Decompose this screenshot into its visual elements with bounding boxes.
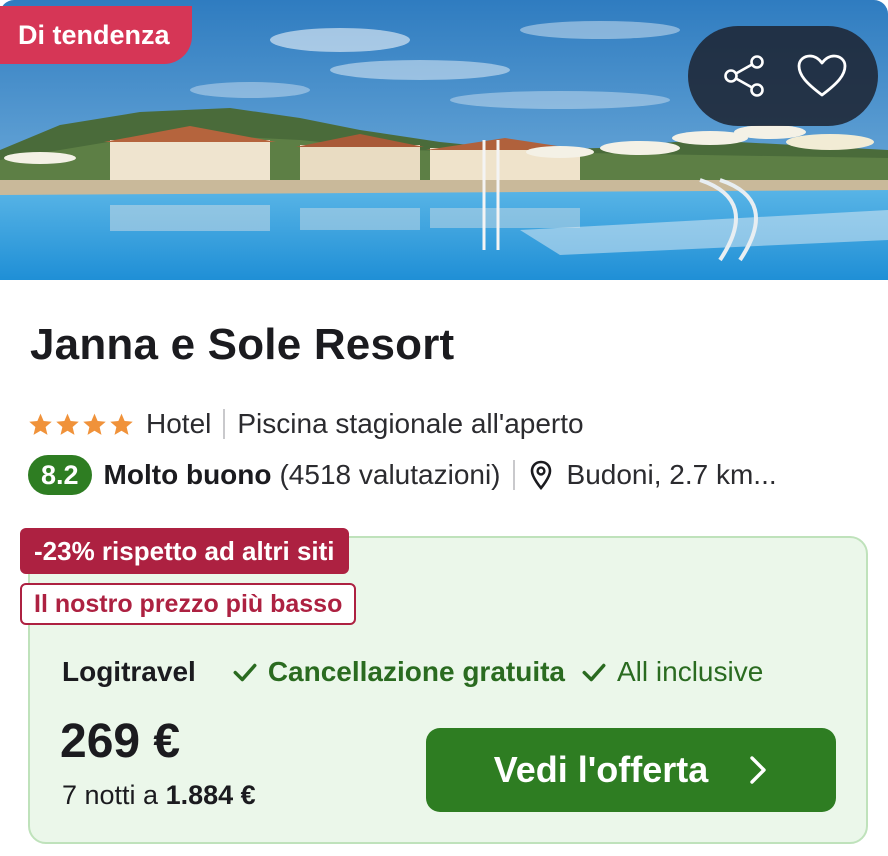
discount-badge: -23% rispetto ad altri siti [20,528,349,574]
star-icon [110,413,133,435]
star-rating [28,412,134,437]
divider [223,409,226,439]
offer-details: Logitravel Cancellazione gratuita All in… [62,652,763,692]
lowest-price-badge: Il nostro prezzo più basso [20,583,357,625]
trending-badge: Di tendenza [0,6,192,64]
hotel-name[interactable]: Janna e Sole Resort [30,320,454,370]
review-count: (4518 valutazioni) [279,459,501,490]
check-icon [582,663,606,682]
chevron-right-icon [750,756,767,784]
hotel-type: Hotel [146,408,212,439]
nightly-price: 269 € [60,715,181,768]
nights-prefix: 7 notti a [62,780,159,810]
score-badge: 8.2 [28,455,92,495]
total-amount: 1.884 € [165,780,256,810]
star-icon [29,413,52,435]
star-icon [56,413,79,435]
score-label: Molto buono [103,459,272,490]
divider [512,460,515,490]
favorite-button[interactable] [792,46,852,106]
view-offer-label: Vedi l'offerta [493,749,709,790]
heart-icon [797,54,846,97]
amenity-label: Piscina stagionale all'aperto [237,408,584,439]
view-offer-button[interactable]: Vedi l'offerta [426,728,836,812]
hotel-meta: Hotel Piscina stagionale all'aperto [28,404,584,444]
location-pin-icon [530,460,551,490]
free-cancellation-label: Cancellazione gratuita [267,656,565,687]
location-label[interactable]: Budoni, 2.7 km... [567,459,777,491]
check-icon [233,663,257,682]
total-price: 7 notti a 1.884 € [62,780,256,811]
share-button[interactable] [715,46,775,106]
rating-row: 8.2 Molto buono (4518 valutazioni) Budon… [28,454,777,496]
star-icon [83,413,106,435]
actions-bar [688,26,878,126]
share-icon [723,55,764,97]
provider-name: Logitravel [62,656,196,687]
all-inclusive-label: All inclusive [617,656,764,687]
